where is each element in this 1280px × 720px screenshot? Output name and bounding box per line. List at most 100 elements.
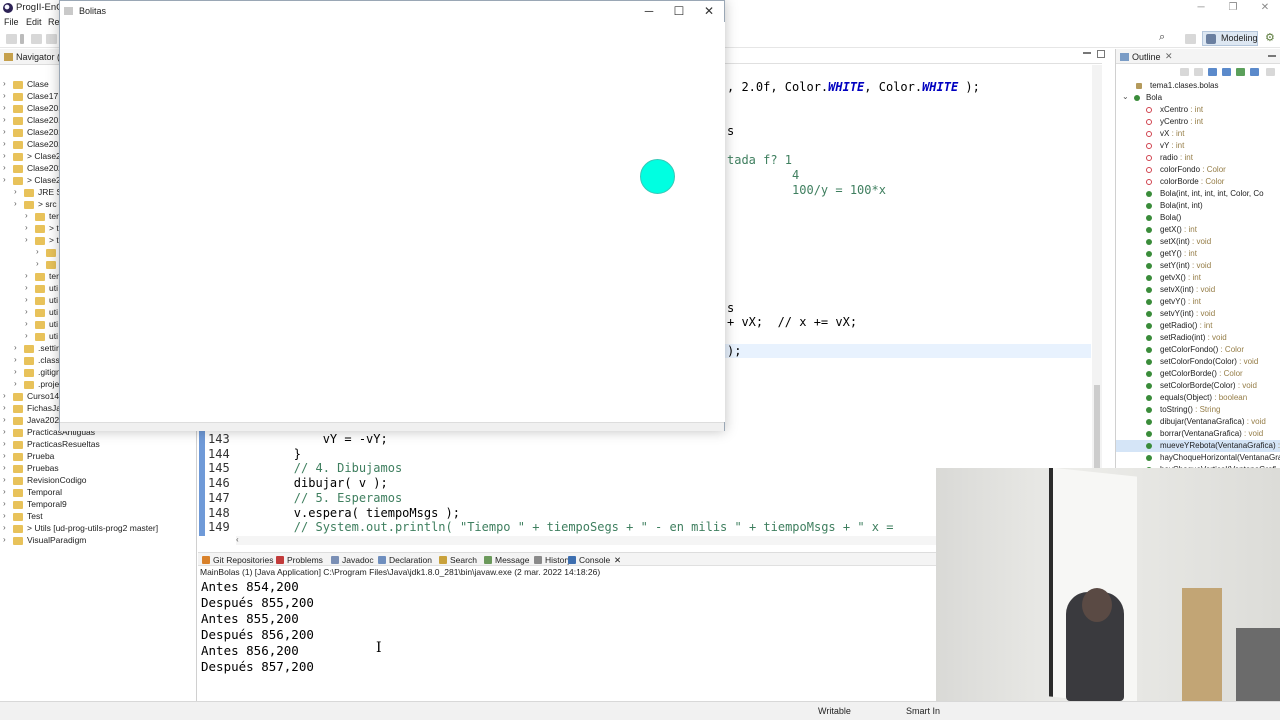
- restore-icon[interactable]: ❐: [1218, 0, 1248, 16]
- view-menu-icon[interactable]: [1266, 68, 1275, 76]
- expand-arrow-icon[interactable]: ›: [3, 127, 11, 136]
- expand-arrow-icon[interactable]: ›: [3, 487, 11, 496]
- collapse-all-icon[interactable]: [1180, 68, 1189, 76]
- outline-member[interactable]: getColorBorde() : Color: [1116, 368, 1280, 380]
- bolitas-canvas[interactable]: [61, 22, 725, 422]
- expand-arrow-icon[interactable]: ›: [3, 475, 11, 484]
- outline-title[interactable]: Outline: [1132, 52, 1161, 62]
- outline-member[interactable]: Bola(): [1116, 212, 1280, 224]
- new-icon[interactable]: [6, 34, 17, 44]
- search-icon[interactable]: ⌕: [1159, 31, 1170, 43]
- expand-arrow-icon[interactable]: ›: [25, 271, 33, 280]
- expand-arrow-icon[interactable]: ›: [14, 367, 22, 376]
- expand-arrow-icon[interactable]: ›: [14, 355, 22, 364]
- menu-refactor[interactable]: Re: [48, 17, 60, 27]
- expand-arrow-icon[interactable]: ›: [3, 535, 11, 544]
- expand-arrow-icon[interactable]: ›: [3, 403, 11, 412]
- outline-member[interactable]: setColorBorde(Color) : void: [1116, 380, 1280, 392]
- expand-arrow-icon[interactable]: ›: [14, 379, 22, 388]
- expand-arrow-icon[interactable]: ›: [3, 523, 11, 532]
- outline-member[interactable]: getvX() : int: [1116, 272, 1280, 284]
- outline-member[interactable]: setColorFondo(Color) : void: [1116, 356, 1280, 368]
- editor-horizontal-scrollbar[interactable]: ‹: [236, 535, 936, 545]
- outline-member[interactable]: equals(Object) : boolean: [1116, 392, 1280, 404]
- expand-arrow-icon[interactable]: ›: [14, 187, 22, 196]
- hide-static-icon[interactable]: [1222, 68, 1231, 76]
- expand-arrow-icon[interactable]: ›: [3, 79, 11, 88]
- close-console-icon[interactable]: ✕: [614, 555, 621, 566]
- menu-edit[interactable]: Edit: [26, 17, 42, 27]
- close-icon[interactable]: ✕: [1250, 0, 1280, 16]
- expand-arrow-icon[interactable]: ›: [3, 427, 11, 436]
- close-outline-icon[interactable]: ✕: [1165, 51, 1173, 62]
- outline-member[interactable]: dibujar(VentanaGrafica) : void: [1116, 416, 1280, 428]
- print-icon[interactable]: [46, 34, 57, 44]
- outline-member[interactable]: radio : int: [1116, 152, 1280, 164]
- expand-arrow-icon[interactable]: ›: [3, 115, 11, 124]
- expand-arrow-icon[interactable]: ›: [25, 307, 33, 316]
- expand-arrow-icon[interactable]: ›: [36, 259, 44, 268]
- expand-arrow-icon[interactable]: ›: [3, 391, 11, 400]
- open-perspective-icon[interactable]: [1185, 34, 1196, 44]
- bolitas-window[interactable]: Bolitas ─ ☐ ✕: [59, 0, 725, 431]
- outline-member[interactable]: borrar(VentanaGrafica) : void: [1116, 428, 1280, 440]
- expand-arrow-icon[interactable]: ›: [3, 415, 11, 424]
- gear-icon[interactable]: ⚙: [1265, 31, 1276, 44]
- expand-arrow-icon[interactable]: ›: [25, 235, 33, 244]
- expand-arrow-icon[interactable]: ›: [3, 463, 11, 472]
- outline-member[interactable]: xCentro : int: [1116, 104, 1280, 116]
- hide-fields-icon[interactable]: [1208, 68, 1217, 76]
- outline-member[interactable]: getvY() : int: [1116, 296, 1280, 308]
- bolitas-maximize-icon[interactable]: ☐: [664, 2, 694, 20]
- outline-member[interactable]: setvY(int) : void: [1116, 308, 1280, 320]
- outline-member[interactable]: Bola(int, int): [1116, 200, 1280, 212]
- bolitas-close-icon[interactable]: ✕: [694, 2, 724, 20]
- outline-member[interactable]: getRadio() : int: [1116, 320, 1280, 332]
- outline-member[interactable]: toString() : String: [1116, 404, 1280, 416]
- outline-member[interactable]: getY() : int: [1116, 248, 1280, 260]
- minimize-outline-icon[interactable]: [1268, 55, 1276, 57]
- outline-member[interactable]: colorBorde : Color: [1116, 176, 1280, 188]
- save-icon[interactable]: [31, 34, 42, 44]
- menu-file[interactable]: File: [4, 17, 19, 27]
- minimize-icon[interactable]: ─: [1186, 0, 1216, 16]
- expand-arrow-icon[interactable]: ›: [3, 499, 11, 508]
- expand-arrow-icon[interactable]: ›: [3, 163, 11, 172]
- outline-member[interactable]: setY(int) : void: [1116, 260, 1280, 272]
- expand-arrow-icon[interactable]: ›: [25, 211, 33, 220]
- bolitas-minimize-icon[interactable]: ─: [634, 2, 664, 20]
- outline-member[interactable]: Bola(int, int, int, int, Color, Co: [1116, 188, 1280, 200]
- expand-arrow-icon[interactable]: ›: [3, 139, 11, 148]
- outline-member[interactable]: vY : int: [1116, 140, 1280, 152]
- expand-arrow-icon[interactable]: ›: [25, 331, 33, 340]
- editor-vertical-scrollbar[interactable]: [1092, 65, 1102, 537]
- expand-arrow-icon[interactable]: ›: [25, 283, 33, 292]
- expand-arrow-icon[interactable]: ›: [36, 247, 44, 256]
- dropdown-icon[interactable]: [20, 34, 24, 44]
- outline-member[interactable]: mueveYRebota(VentanaGrafica) : v: [1116, 440, 1280, 452]
- maximize-editor-icon[interactable]: [1097, 50, 1105, 58]
- outline-member[interactable]: vX : int: [1116, 128, 1280, 140]
- hide-nonpublic-icon[interactable]: [1236, 68, 1245, 76]
- outline-member[interactable]: hayChoqueHorizontal(VentanaGra: [1116, 452, 1280, 464]
- outline-member[interactable]: colorFondo : Color: [1116, 164, 1280, 176]
- bolitas-title-bar[interactable]: Bolitas ─ ☐ ✕: [60, 1, 724, 21]
- expand-arrow-icon[interactable]: ›: [3, 175, 11, 184]
- expand-arrow-icon[interactable]: ⌄: [1122, 92, 1129, 101]
- expand-arrow-icon[interactable]: ›: [25, 223, 33, 232]
- expand-arrow-icon[interactable]: ›: [25, 319, 33, 328]
- sort-icon[interactable]: [1194, 68, 1203, 76]
- expand-arrow-icon[interactable]: ›: [3, 151, 11, 160]
- expand-arrow-icon[interactable]: ›: [14, 199, 22, 208]
- outline-member[interactable]: getColorFondo() : Color: [1116, 344, 1280, 356]
- outline-member[interactable]: getX() : int: [1116, 224, 1280, 236]
- scroll-left-icon[interactable]: ‹: [236, 535, 239, 544]
- expand-arrow-icon[interactable]: ›: [3, 439, 11, 448]
- outline-member[interactable]: setX(int) : void: [1116, 236, 1280, 248]
- expand-arrow-icon[interactable]: ›: [14, 343, 22, 352]
- outline-member[interactable]: setRadio(int) : void: [1116, 332, 1280, 344]
- expand-arrow-icon[interactable]: ›: [3, 451, 11, 460]
- outline-member[interactable]: setvX(int) : void: [1116, 284, 1280, 296]
- expand-arrow-icon[interactable]: ›: [3, 103, 11, 112]
- minimize-editor-icon[interactable]: [1083, 52, 1091, 54]
